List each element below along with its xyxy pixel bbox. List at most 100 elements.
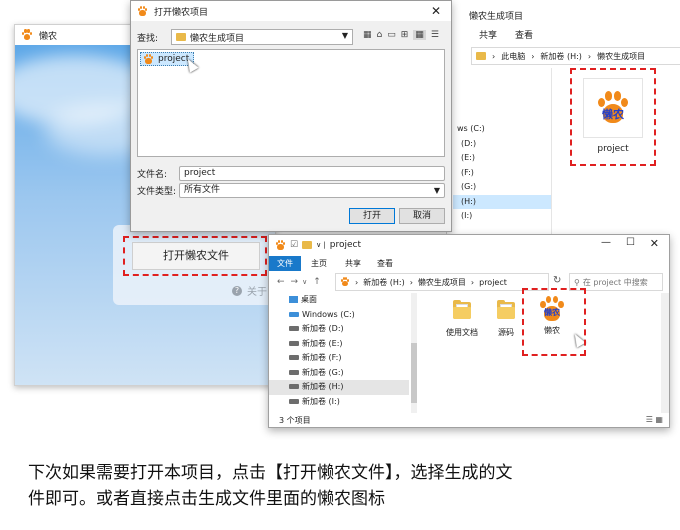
folder-icon <box>476 52 486 60</box>
close-icon[interactable]: ✕ <box>431 4 441 18</box>
explorer-back-nav: ws (C:) (D:) (E:) (F:) (G:) (H:) (I:) <box>453 122 553 224</box>
chevron-down-icon: ▼ <box>433 186 440 195</box>
drive-icon <box>289 355 299 360</box>
folder-icon <box>451 299 473 321</box>
folder-icon <box>302 241 313 249</box>
nav-item-desktop[interactable]: 桌面 <box>269 293 419 308</box>
caption-line: 下次如果需要打开本项目，点击【打开懒农文件】，选择生成的文 <box>28 463 513 483</box>
about-link[interactable]: ? 关于 <box>232 283 267 298</box>
lannong-logo-icon <box>340 277 350 287</box>
drive-icon <box>289 340 299 346</box>
forward-arrow-icon[interactable]: → <box>291 277 299 287</box>
lookin-select[interactable]: 懒农生成项目 ▼ <box>171 29 353 45</box>
address-bar[interactable]: › 新加卷 (H:) › 懒农生成项目 › project <box>335 273 549 291</box>
drive-icon <box>289 369 299 375</box>
file-item[interactable]: 源码 <box>491 299 521 338</box>
explorer-back-addressbar[interactable]: › 此电脑 › 新加卷 (H:) › 懒农生成项目 <box>471 47 680 65</box>
home-icon[interactable]: ⌂ <box>377 30 383 40</box>
filename-row: 文件名: project <box>137 166 445 181</box>
drive-icon <box>289 398 299 404</box>
tab-view[interactable]: 查看 <box>515 28 533 41</box>
ribbon-tabs: 文件 主页 共享 查看 <box>269 255 669 271</box>
nav-item-drive[interactable]: 新加卷 (D:) <box>269 322 419 337</box>
mouse-cursor <box>183 56 199 73</box>
question-icon: ? <box>232 285 242 296</box>
recent-chevron-icon[interactable]: ∨ <box>302 278 307 286</box>
highlight-lannong-icon <box>522 288 586 356</box>
drive-icon <box>289 326 299 331</box>
tab-home[interactable]: 主页 <box>301 258 337 269</box>
filetype-select[interactable]: 所有文件 ▼ <box>179 183 445 198</box>
search-icon: ⚲ <box>574 277 580 287</box>
cancel-button[interactable]: 取消 <box>399 208 445 224</box>
nav-item[interactable]: (F:) <box>453 166 553 181</box>
dialog-file-list: project <box>137 49 445 157</box>
grid-view-icon[interactable]: ▦ <box>413 30 426 40</box>
desktop-icon <box>289 296 298 303</box>
lookin-row: 查找: 懒农生成项目 ▼ <box>137 29 353 45</box>
app-logo-icon <box>21 29 33 41</box>
nav-item[interactable]: ws (C:) <box>453 122 553 137</box>
refresh-icon[interactable]: ↻ <box>553 275 561 286</box>
dialog-title: 打开懒农项目 <box>154 7 209 18</box>
content-scrollbar[interactable] <box>661 293 669 413</box>
drive-icon <box>289 384 299 389</box>
nav-item-selected[interactable]: (H:) <box>453 194 551 209</box>
app-logo-icon <box>275 239 286 251</box>
caption: 下次如果需要打开本项目，点击【打开懒农文件】，选择生成的文 件即可。或者直接点击… <box>28 460 668 512</box>
nav-pane: 桌面 Windows (C:) 新加卷 (D:) 新加卷 (E:) 新加卷 (F… <box>269 293 419 413</box>
status-bar: 3 个项目 <box>279 416 311 425</box>
tab-share[interactable]: 共享 <box>479 28 497 41</box>
nav-item[interactable]: (E:) <box>453 151 553 166</box>
filetype-row: 文件类型: 所有文件 ▼ <box>137 183 445 198</box>
nav-item-drive[interactable]: 新加卷 (I:) <box>269 395 419 410</box>
app-logo-icon <box>137 5 148 17</box>
list-view-icon[interactable]: ☰ <box>431 30 439 40</box>
explorer-front-titlebar: ☑ ∨ | project — ☐ ✕ <box>269 235 669 255</box>
chevron-down-icon: ▼ <box>341 31 348 40</box>
lannong-logo-icon <box>143 53 154 65</box>
dialog-titlebar: 打开懒农项目 ✕ <box>131 1 451 21</box>
nav-item-drive-selected[interactable]: 新加卷 (H:) <box>269 380 409 395</box>
dialog-toolbar: ▦ ⌂ ▭ ⊞ ▦ ☰ <box>363 30 439 40</box>
open-dialog: 打开懒农项目 ✕ 查找: 懒农生成项目 ▼ ▦ ⌂ ▭ ⊞ ▦ ☰ projec… <box>130 0 452 232</box>
filename-input[interactable]: project <box>179 166 445 181</box>
nav-item[interactable]: (I:) <box>453 209 553 224</box>
folder-icon <box>495 299 517 321</box>
highlight-open-button <box>123 236 267 276</box>
explorer-front-window: ☑ ∨ | project — ☐ ✕ 文件 主页 共享 查看 ← → ∨ ↑ … <box>268 234 670 428</box>
app-title: 懒农 <box>39 31 58 42</box>
explorer-front-title: project <box>329 240 362 250</box>
maximize-icon[interactable]: ☐ <box>626 237 635 248</box>
lookin-label: 查找: <box>137 33 159 44</box>
nav-item-drive[interactable]: Windows (C:) <box>269 308 419 323</box>
minimize-icon[interactable]: — <box>601 237 611 248</box>
nav-item-drive[interactable]: 新加卷 (F:) <box>269 351 419 366</box>
file-item[interactable]: 使用文档 <box>445 299 479 338</box>
nav-item-drive[interactable]: 新加卷 (E:) <box>269 337 419 352</box>
nav-item[interactable]: (D:) <box>453 137 553 152</box>
nav-item-drive[interactable]: 新加卷 (G:) <box>269 366 419 381</box>
lannong-logo-icon: 懒农 <box>595 90 631 126</box>
project-file-label: project <box>597 144 629 154</box>
folder-icon <box>176 33 186 41</box>
close-icon[interactable]: ✕ <box>650 237 659 250</box>
tab-share[interactable]: 共享 <box>337 258 369 269</box>
caption-line: 件即可。或者直接点击生成文件里面的懒农图标 <box>28 489 385 509</box>
open-button[interactable]: 打开 <box>349 208 395 224</box>
up-arrow-icon[interactable]: ↑ <box>313 277 321 287</box>
recent-icon[interactable]: ▦ <box>363 30 372 40</box>
view-toggle[interactable]: ☰ ▦ <box>646 415 663 424</box>
dropdown-icon[interactable]: ∨ | <box>316 241 326 249</box>
explorer-back-title: 懒农生成项目 <box>469 11 524 22</box>
nav-item[interactable]: (G:) <box>453 180 553 195</box>
drive-icon <box>289 311 299 317</box>
project-file-item[interactable]: 懒农 project <box>578 74 648 160</box>
network-icon[interactable]: ⊞ <box>401 30 409 40</box>
tab-file[interactable]: 文件 <box>269 255 301 271</box>
back-arrow-icon[interactable]: ← <box>277 277 285 287</box>
checkbox-icon[interactable]: ☑ <box>290 240 298 250</box>
computer-icon[interactable]: ▭ <box>387 30 396 40</box>
tab-view[interactable]: 查看 <box>369 258 401 269</box>
nav-scrollbar[interactable] <box>411 293 417 413</box>
